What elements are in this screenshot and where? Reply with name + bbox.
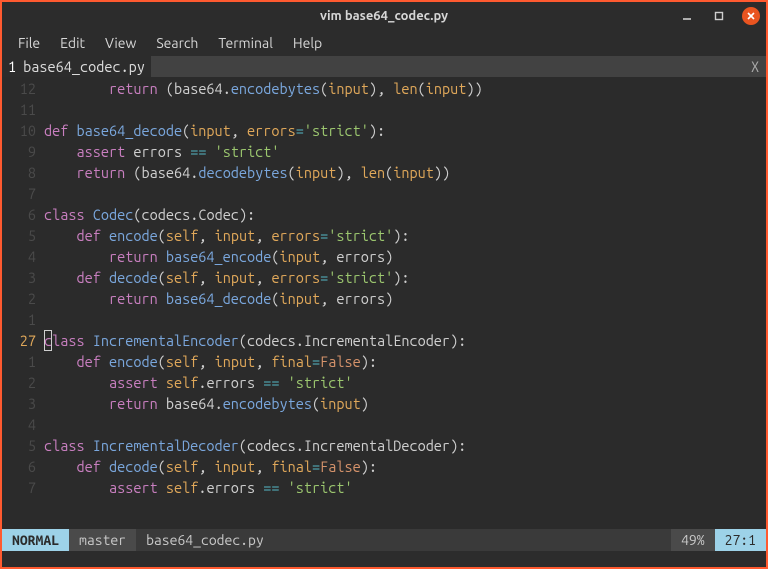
code-line[interactable]: 3 return base64.encodebytes(input): [2, 393, 766, 414]
minimize-icon: [682, 11, 692, 21]
window-titlebar: vim base64_codec.py: [2, 2, 766, 30]
menu-help[interactable]: Help: [285, 33, 330, 53]
cursor: c: [44, 330, 52, 351]
line-number: 8: [2, 162, 44, 183]
menu-search[interactable]: Search: [148, 33, 206, 53]
menubar: File Edit View Search Terminal Help: [2, 30, 766, 56]
code-line[interactable]: 7 assert self.errors == 'strict': [2, 477, 766, 498]
code-line[interactable]: 27class IncrementalEncoder(codecs.Increm…: [2, 330, 766, 351]
code-line[interactable]: 10def base64_decode(input, errors='stric…: [2, 120, 766, 141]
code-line[interactable]: 9 assert errors == 'strict': [2, 141, 766, 162]
code-content[interactable]: [44, 309, 766, 330]
menu-terminal[interactable]: Terminal: [210, 33, 281, 53]
status-percent: 49%: [671, 529, 715, 551]
code-line[interactable]: 8 return (base64.decodebytes(input), len…: [2, 162, 766, 183]
code-line[interactable]: 12 return (base64.encodebytes(input), le…: [2, 78, 766, 99]
line-number: 11: [2, 99, 44, 120]
menu-edit[interactable]: Edit: [52, 33, 93, 53]
code-line[interactable]: 5class IncrementalDecoder(codecs.Increme…: [2, 435, 766, 456]
tab-close[interactable]: X: [744, 56, 766, 77]
menu-file[interactable]: File: [10, 33, 48, 53]
code-line[interactable]: 7: [2, 183, 766, 204]
code-content[interactable]: return base64_decode(input, errors): [44, 288, 766, 309]
line-number: 9: [2, 141, 44, 162]
code-content[interactable]: return (base64.decodebytes(input), len(i…: [44, 162, 766, 183]
line-number: 3: [2, 267, 44, 288]
code-line[interactable]: 6 def decode(self, input, final=False):: [2, 456, 766, 477]
line-number: 12: [2, 78, 44, 99]
line-number: 4: [2, 414, 44, 435]
window-controls: [678, 7, 760, 25]
code-content[interactable]: [44, 414, 766, 435]
line-number: 27: [2, 330, 44, 351]
line-number: 7: [2, 183, 44, 204]
line-number: 2: [2, 372, 44, 393]
code-line[interactable]: 11: [2, 99, 766, 120]
vim-tabline: 1 base64_codec.py X: [2, 56, 766, 77]
code-line[interactable]: 1: [2, 309, 766, 330]
code-content[interactable]: class Codec(codecs.Codec):: [44, 204, 766, 225]
code-line[interactable]: 2 return base64_decode(input, errors): [2, 288, 766, 309]
line-number: 10: [2, 120, 44, 141]
code-content[interactable]: assert errors == 'strict': [44, 141, 766, 162]
line-number: 1: [2, 309, 44, 330]
terminal-window: vim base64_codec.py File Edit View Searc…: [2, 2, 766, 567]
statusline: NORMAL master base64_codec.py 49% 27:1: [2, 529, 766, 551]
line-number: 1: [2, 351, 44, 372]
line-number: 7: [2, 477, 44, 498]
status-filename: base64_codec.py: [136, 529, 274, 551]
tabline-fill: [151, 56, 744, 77]
tab-index: 1: [8, 58, 16, 75]
editor-area[interactable]: 12 return (base64.encodebytes(input), le…: [2, 77, 766, 529]
line-number: 2: [2, 288, 44, 309]
code-line[interactable]: 1 def encode(self, input, final=False):: [2, 351, 766, 372]
status-branch: master: [69, 529, 136, 551]
vim-tab[interactable]: 1 base64_codec.py: [2, 56, 151, 77]
code-line[interactable]: 4: [2, 414, 766, 435]
code-content[interactable]: return (base64.encodebytes(input), len(i…: [44, 78, 766, 99]
code-content[interactable]: def decode(self, input, errors='strict')…: [44, 267, 766, 288]
code-content[interactable]: assert self.errors == 'strict': [44, 477, 766, 498]
line-number: 5: [2, 435, 44, 456]
status-fill: [274, 529, 671, 551]
code-content[interactable]: class IncrementalEncoder(codecs.Incremen…: [44, 330, 766, 351]
code-content[interactable]: return base64.encodebytes(input): [44, 393, 766, 414]
window-title: vim base64_codec.py: [2, 9, 766, 23]
code-content[interactable]: def encode(self, input, errors='strict')…: [44, 225, 766, 246]
code-line[interactable]: 6class Codec(codecs.Codec):: [2, 204, 766, 225]
line-number: 5: [2, 225, 44, 246]
code-content[interactable]: return base64_encode(input, errors): [44, 246, 766, 267]
status-position: 27:1: [715, 529, 766, 551]
minimize-button[interactable]: [678, 7, 696, 25]
code-line[interactable]: 3 def decode(self, input, errors='strict…: [2, 267, 766, 288]
code-line[interactable]: 2 assert self.errors == 'strict': [2, 372, 766, 393]
code-line[interactable]: 5 def encode(self, input, errors='strict…: [2, 225, 766, 246]
code-content[interactable]: def base64_decode(input, errors='strict'…: [44, 120, 766, 141]
line-number: 6: [2, 456, 44, 477]
menu-view[interactable]: View: [97, 33, 144, 53]
code-content[interactable]: assert self.errors == 'strict': [44, 372, 766, 393]
code-content[interactable]: def encode(self, input, final=False):: [44, 351, 766, 372]
line-number: 4: [2, 246, 44, 267]
status-mode: NORMAL: [2, 529, 69, 551]
terminal-bottom-pad: [2, 551, 766, 567]
code-content[interactable]: def decode(self, input, final=False):: [44, 456, 766, 477]
code-content[interactable]: [44, 99, 766, 120]
code-content[interactable]: [44, 183, 766, 204]
close-button[interactable]: [742, 7, 760, 25]
tab-name: base64_codec.py: [23, 58, 145, 75]
maximize-button[interactable]: [710, 7, 728, 25]
close-icon: [746, 11, 756, 21]
line-number: 3: [2, 393, 44, 414]
line-number: 6: [2, 204, 44, 225]
code-content[interactable]: class IncrementalDecoder(codecs.Incremen…: [44, 435, 766, 456]
maximize-icon: [714, 11, 724, 21]
code-line[interactable]: 4 return base64_encode(input, errors): [2, 246, 766, 267]
